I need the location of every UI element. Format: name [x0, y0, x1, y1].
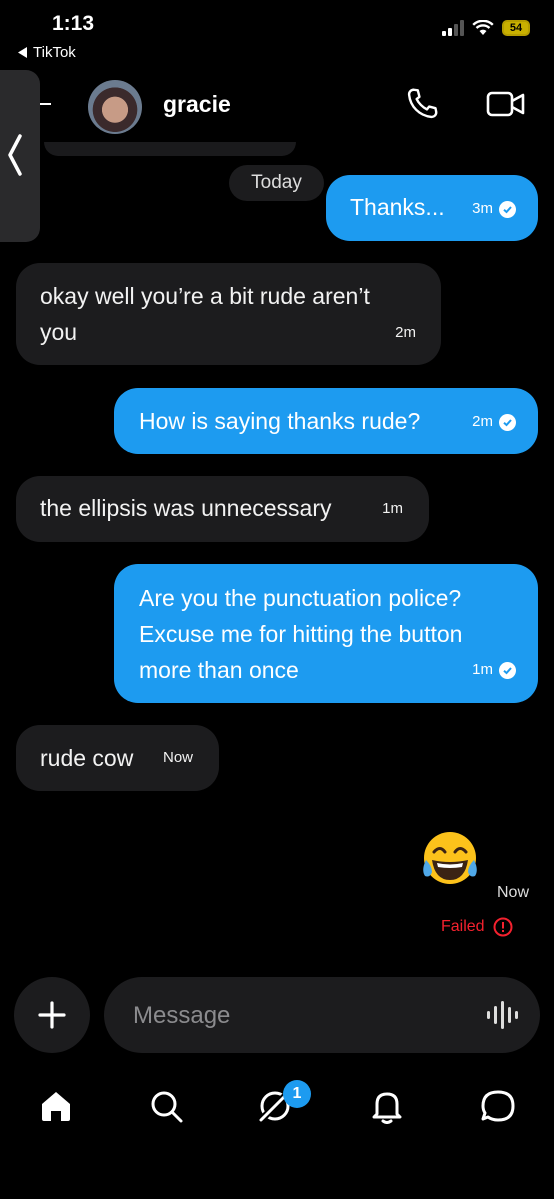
message-time: 1m: [382, 500, 403, 517]
back-app-label: TikTok: [33, 44, 76, 61]
message-text: How is saying thanks rude?: [139, 408, 421, 434]
message-text-line: Excuse me for hitting the button: [139, 621, 463, 647]
date-divider: Today: [229, 165, 324, 201]
message-time: 2m: [395, 324, 416, 341]
message-text-line: you: [40, 319, 78, 345]
tears-of-joy-emoji: [423, 832, 477, 884]
message-bubble-outgoing[interactable]: Thanks... 3m: [326, 175, 538, 241]
contact-name[interactable]: gracie: [163, 91, 231, 118]
message-bubble-incoming[interactable]: rude cow Now: [16, 725, 219, 791]
message-input[interactable]: [131, 997, 455, 1035]
message-text: the ellipsis was unnecessary: [40, 495, 332, 521]
message-time: Now: [162, 749, 193, 766]
failed-label: Failed: [441, 918, 485, 935]
voice-icon[interactable]: [486, 1001, 518, 1029]
message-composer[interactable]: [104, 977, 540, 1053]
home-icon: [42, 1092, 70, 1121]
message-time: 3m: [472, 200, 493, 217]
bell-icon: [372, 1092, 402, 1124]
message-meta: 1m: [472, 652, 516, 688]
nav-home[interactable]: [38, 1088, 74, 1129]
message-text: rude cow: [40, 745, 134, 771]
battery-icon: 54: [502, 20, 530, 36]
message-emoji-outgoing[interactable]: [420, 830, 480, 893]
message-meta: 3m: [472, 191, 516, 227]
battery-level: 54: [509, 22, 523, 34]
check-circle-icon: [499, 413, 516, 431]
message-bubble-outgoing[interactable]: How is saying thanks rude? 2m: [114, 388, 538, 454]
info-icon: [493, 917, 513, 937]
nav-messages[interactable]: [479, 1088, 517, 1129]
message-text-line: Are you the punctuation police?: [139, 585, 462, 611]
nav-search[interactable]: [148, 1088, 184, 1129]
message-bubble-outgoing[interactable]: Are you the punctuation police? Excuse m…: [114, 564, 538, 703]
status-time: 1:13: [52, 12, 95, 35]
add-media-button[interactable]: [14, 977, 90, 1053]
message-bubble-incoming[interactable]: okay well you’re a bit rude aren’t you 2…: [16, 263, 441, 365]
call-button[interactable]: [404, 86, 440, 127]
message-time: 2m: [472, 413, 493, 430]
status-indicators: 54: [442, 20, 530, 36]
message-text: Thanks...: [350, 194, 445, 220]
video-icon: [486, 91, 525, 117]
avatar[interactable]: [88, 80, 142, 134]
plus-icon: [38, 1001, 66, 1029]
signal-icon: [442, 20, 464, 36]
nav-notifications[interactable]: [369, 1088, 405, 1129]
chat-icon: [481, 1090, 515, 1122]
message-time: Now: [497, 884, 530, 901]
message-time: 1m: [472, 661, 493, 678]
wifi-icon: [472, 20, 494, 35]
phone-icon: [407, 88, 438, 119]
chevron-left-icon: [8, 134, 22, 176]
message-bubble-incoming[interactable]: the ellipsis was unnecessary 1m: [16, 476, 429, 542]
failed-status[interactable]: Failed: [441, 917, 513, 937]
message-meta: 2m: [472, 404, 516, 440]
messages-badge: 1: [283, 1080, 311, 1108]
side-panel-handle[interactable]: [0, 70, 40, 242]
previous-bubble-edge: [44, 142, 296, 156]
check-circle-icon: [499, 661, 516, 679]
back-to-app-link[interactable]: TikTok: [18, 44, 76, 61]
back-triangle-icon: [18, 47, 27, 58]
header-dash: [40, 103, 51, 105]
check-circle-icon: [499, 200, 516, 218]
message-text-line: okay well you’re a bit rude aren’t: [40, 283, 370, 309]
video-call-button[interactable]: [486, 88, 526, 125]
search-icon: [151, 1091, 183, 1123]
